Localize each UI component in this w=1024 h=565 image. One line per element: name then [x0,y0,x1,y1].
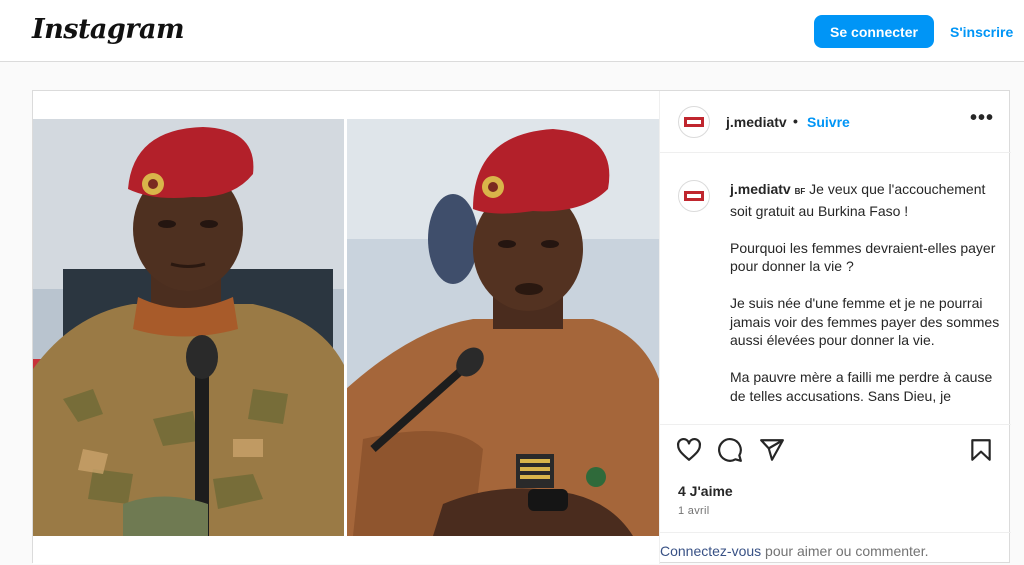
share-icon[interactable] [759,437,785,463]
post-sidebar: j.mediatv • Suivre ••• j.mediatv BF Je v… [659,91,1011,564]
post-photo [33,119,659,536]
action-bar: 4 J'aime 1 avril Connectez-vous pour aim… [660,424,1011,564]
signup-link[interactable]: S'inscrire [950,24,1013,40]
separator-dot: • [793,113,798,129]
login-prompt-text: Connectez-vous pour aimer ou commenter. [660,543,928,559]
post-media[interactable] [33,91,659,564]
login-prompt-link[interactable]: Connectez-vous [660,543,761,559]
avatar[interactable] [678,106,710,138]
caption-area: j.mediatv BF Je veux que l'accouchement … [660,154,1011,424]
caption-paragraph: j.mediatv BF Je veux que l'accouchement … [730,180,1000,220]
media-logo-icon [684,191,704,201]
login-prompt: Connectez-vous pour aimer ou commenter. [660,532,1011,565]
post-date: 1 avril [678,505,710,517]
login-prompt-rest: pour aimer ou commenter. [761,543,929,559]
username-link[interactable]: j.mediatv [726,114,787,130]
caption-paragraph: Pourquoi les femmes devraient-elles paye… [730,239,996,275]
login-button[interactable]: Se connecter [814,15,934,48]
caption-username[interactable]: j.mediatv [730,181,791,197]
like-count[interactable]: 4 J'aime [678,483,733,499]
post-header: j.mediatv • Suivre ••• [660,91,1011,153]
comment-icon[interactable] [717,437,743,463]
country-flag: BF [794,187,806,196]
media-logo-icon [684,117,704,127]
caption-paragraph: Ma pauvre mère a failli me perdre à caus… [730,369,993,404]
bookmark-icon[interactable] [968,437,994,463]
caption-avatar[interactable] [678,180,710,212]
follow-button[interactable]: Suivre [807,114,850,130]
caption-text: j.mediatv BF Je veux que l'accouchement … [730,180,1000,424]
top-bar: Instagram Se connecter S'inscrire [0,0,1024,62]
more-icon[interactable]: ••• [970,107,994,130]
instagram-logo[interactable]: Instagram [32,14,185,45]
heart-icon[interactable] [676,437,702,463]
post-card: j.mediatv • Suivre ••• j.mediatv BF Je v… [32,90,1011,564]
caption-paragraph: Je suis née d'une femme et je ne pourrai… [730,295,1000,348]
